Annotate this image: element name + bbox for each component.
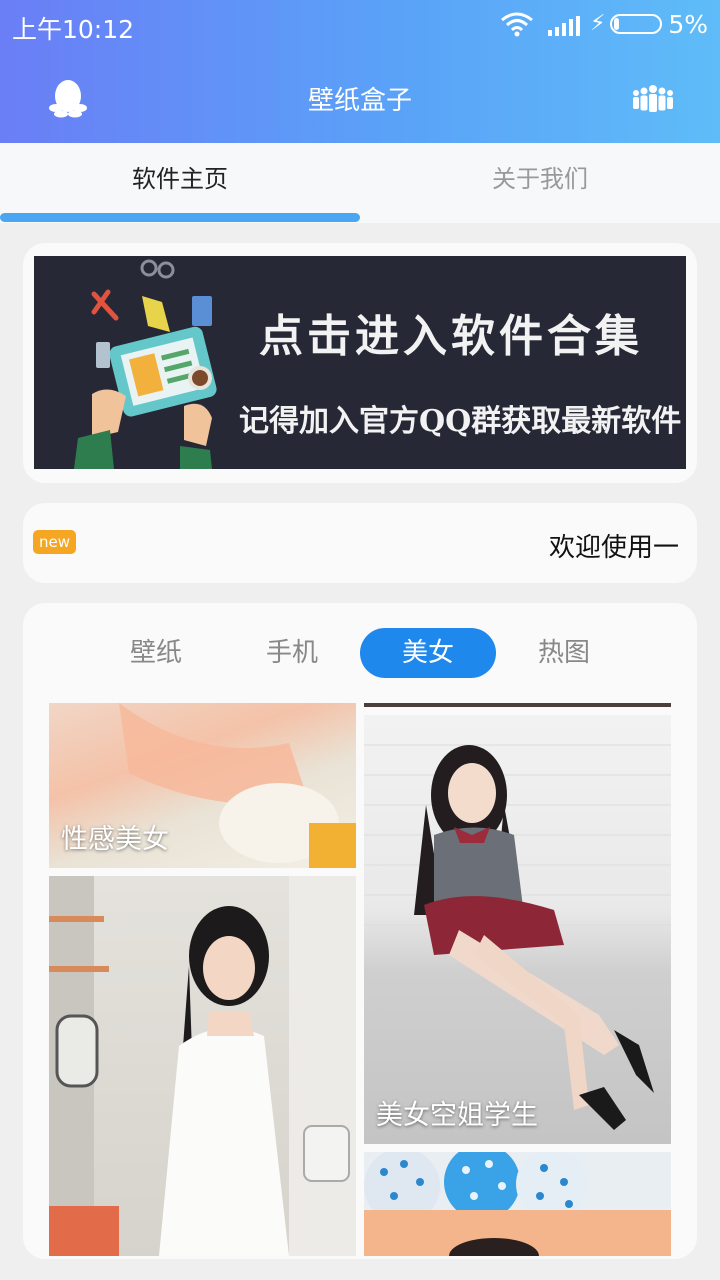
signal-icon bbox=[548, 16, 580, 36]
gallery-image[interactable]: 美女空姐学生 bbox=[364, 715, 671, 1144]
new-badge: new bbox=[33, 530, 77, 554]
category-phone[interactable]: 手机 bbox=[224, 628, 360, 678]
image-label: 性感美女 bbox=[61, 824, 169, 855]
battery-percent: 5% bbox=[668, 10, 708, 39]
group-icon[interactable] bbox=[632, 84, 674, 112]
battery-icon bbox=[610, 14, 662, 34]
gallery-image[interactable] bbox=[49, 876, 356, 1256]
gallery-card: 壁纸 手机 美女 热图 性感美女 美女空姐学生 bbox=[23, 603, 697, 1259]
main-tabs: 软件主页 关于我们 bbox=[0, 143, 720, 223]
category-hot[interactable]: 热图 bbox=[496, 628, 632, 678]
promo-banner[interactable]: 点击进入软件合集 记得加入官方QQ群获取最新软件 bbox=[34, 256, 686, 469]
photo-placeholder bbox=[364, 744, 671, 1130]
category-beauty[interactable]: 美女 bbox=[360, 628, 496, 678]
notice-marquee[interactable]: 欢迎使用一 bbox=[549, 527, 679, 564]
app-header: 上午10:12 ⚡ 5% 壁纸盒子 bbox=[0, 0, 720, 143]
banner-subtitle: 记得加入官方QQ群获取最新软件 bbox=[239, 404, 682, 439]
image-label: 美女空姐学生 bbox=[376, 1100, 538, 1131]
wifi-icon bbox=[501, 12, 533, 37]
notice-card: new 欢迎使用一 bbox=[23, 503, 697, 583]
gallery-image[interactable]: 性感美女 bbox=[49, 703, 356, 868]
tab-home[interactable]: 软件主页 bbox=[0, 143, 360, 215]
photo-placeholder bbox=[49, 876, 356, 1256]
status-time: 上午10:12 bbox=[12, 15, 135, 44]
category-wallpaper[interactable]: 壁纸 bbox=[88, 628, 224, 678]
page-title: 壁纸盒子 bbox=[307, 86, 412, 116]
status-bar: 上午10:12 ⚡ 5% bbox=[0, 0, 720, 50]
banner-title: 点击进入软件合集 bbox=[259, 311, 643, 362]
tab-indicator bbox=[0, 213, 360, 222]
gallery-image[interactable] bbox=[364, 1152, 671, 1256]
banner-card: 点击进入软件合集 记得加入官方QQ群获取最新软件 bbox=[23, 243, 697, 483]
gallery-image[interactable] bbox=[364, 703, 671, 707]
tab-about[interactable]: 关于我们 bbox=[360, 143, 720, 215]
photo-placeholder bbox=[364, 1152, 671, 1256]
charging-icon: ⚡ bbox=[590, 11, 606, 36]
